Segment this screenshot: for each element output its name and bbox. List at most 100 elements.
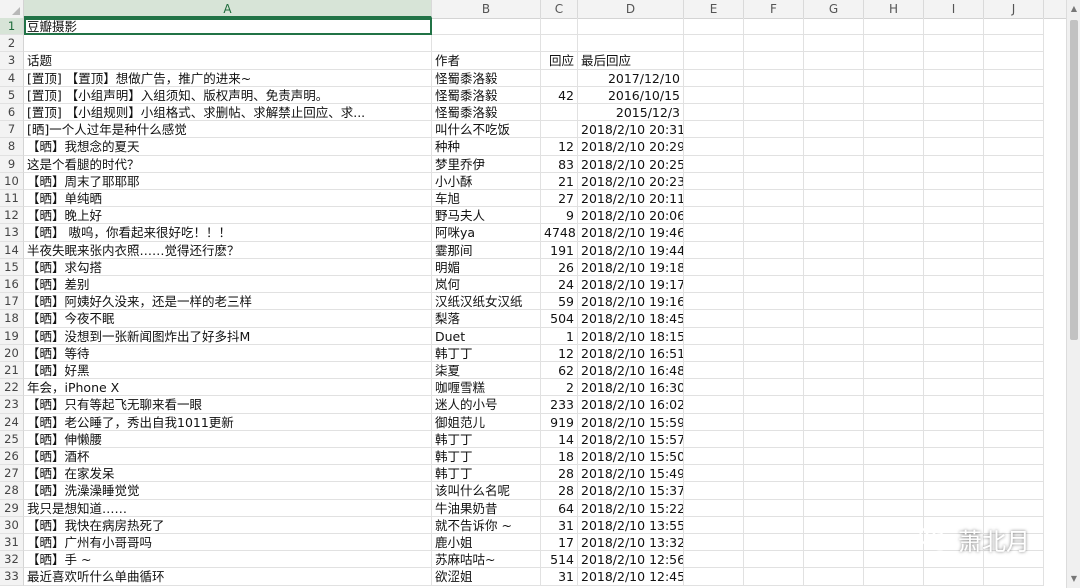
cell-c[interactable]: 回应 [541,52,578,70]
cell-a[interactable]: 【晒】今夜不眠 [24,310,432,328]
row-header[interactable]: 18 [0,310,24,328]
row-header[interactable]: 25 [0,430,24,448]
cell-empty[interactable] [684,35,744,53]
row-header[interactable]: 5 [0,86,24,104]
cell-empty[interactable] [804,293,864,311]
cell-a[interactable]: 【晒】周末了耶耶耶 [24,172,432,190]
cell-empty[interactable] [744,121,804,139]
cell-b[interactable]: 小小酥 [432,172,541,190]
cell-a[interactable]: 【晒】伸懒腰 [24,430,432,448]
cell-d[interactable]: 2018/2/10 20:23 [578,172,684,190]
cell-empty[interactable] [984,465,1044,483]
cell-empty[interactable] [804,258,864,276]
cell-empty[interactable] [924,396,984,414]
cell-b[interactable]: 岚何 [432,276,541,294]
cell-empty[interactable] [984,499,1044,517]
cell-a[interactable]: 豆瓣摄影 [24,18,432,36]
cell-empty[interactable] [804,344,864,362]
cell-c[interactable]: 1 [541,327,578,345]
column-header-i[interactable]: I [924,0,984,18]
cell-empty[interactable] [864,534,924,552]
cell-empty[interactable] [744,344,804,362]
row-header[interactable]: 28 [0,482,24,500]
cell-empty[interactable] [984,35,1044,53]
cell-empty[interactable] [984,413,1044,431]
row-header[interactable]: 12 [0,207,24,225]
cell-a[interactable]: 【晒】差别 [24,276,432,294]
cell-b[interactable]: 明媚 [432,258,541,276]
cell-empty[interactable] [744,551,804,569]
cell-empty[interactable] [684,327,744,345]
cell-empty[interactable] [684,52,744,70]
cell-c[interactable]: 83 [541,155,578,173]
cell-empty[interactable] [924,293,984,311]
row-header[interactable]: 2 [0,35,24,53]
cell-d[interactable]: 2018/2/10 19:44 [578,241,684,259]
cell-empty[interactable] [804,138,864,156]
cell-a[interactable]: 【晒】老公睡了，秀出自我1011更新 [24,413,432,431]
cell-a[interactable]: 【晒】我想念的夏天 [24,138,432,156]
cell-a[interactable]: 【晒】求勾搭 [24,258,432,276]
cell-empty[interactable] [924,172,984,190]
cell-empty[interactable] [984,121,1044,139]
row-header[interactable]: 19 [0,327,24,345]
cell-empty[interactable] [984,86,1044,104]
cell-empty[interactable] [804,241,864,259]
row-header[interactable]: 6 [0,104,24,122]
cell-empty[interactable] [744,69,804,87]
cell-a[interactable] [24,35,432,53]
cell-empty[interactable] [864,362,924,380]
cell-empty[interactable] [804,52,864,70]
cell-empty[interactable] [864,241,924,259]
cell-empty[interactable] [804,396,864,414]
cell-empty[interactable] [684,551,744,569]
cell-empty[interactable] [804,172,864,190]
cell-b[interactable] [432,35,541,53]
cell-d[interactable]: 2018/2/10 16:51 [578,344,684,362]
cell-empty[interactable] [864,430,924,448]
cell-empty[interactable] [684,482,744,500]
cell-empty[interactable] [864,293,924,311]
cell-empty[interactable] [684,413,744,431]
cell-empty[interactable] [684,121,744,139]
cell-empty[interactable] [684,258,744,276]
cell-empty[interactable] [744,465,804,483]
cell-b[interactable]: 牛油果奶昔 [432,499,541,517]
cell-c[interactable]: 64 [541,499,578,517]
scroll-thumb[interactable] [1070,20,1078,340]
cell-d[interactable]: 2015/12/3 [578,104,684,122]
cell-empty[interactable] [924,121,984,139]
cell-empty[interactable] [984,207,1044,225]
column-header-c[interactable]: C [541,0,578,18]
row-header[interactable]: 11 [0,190,24,208]
row-header[interactable]: 13 [0,224,24,242]
cell-empty[interactable] [744,396,804,414]
cell-empty[interactable] [924,448,984,466]
cell-a[interactable]: 【晒】手 ~ [24,551,432,569]
cell-a[interactable]: 【晒】没想到一张新闻图炸出了好多抖M [24,327,432,345]
vertical-scrollbar[interactable]: ▲ ▼ [1066,0,1080,588]
cell-a[interactable]: 我只是想知道…… [24,499,432,517]
cell-b[interactable]: 野马夫人 [432,207,541,225]
cell-empty[interactable] [744,241,804,259]
row-header[interactable]: 30 [0,516,24,534]
cell-d[interactable]: 2018/2/10 15:37 [578,482,684,500]
scroll-down-icon[interactable]: ▼ [1067,572,1080,586]
cell-d[interactable]: 2018/2/10 15:57 [578,430,684,448]
cell-b[interactable]: 韩丁丁 [432,344,541,362]
cell-a[interactable]: 【晒】阿姨好久没来，还是一样的老三样 [24,293,432,311]
row-header[interactable]: 10 [0,172,24,190]
cell-empty[interactable] [924,430,984,448]
cell-empty[interactable] [684,138,744,156]
cell-empty[interactable] [864,190,924,208]
cell-empty[interactable] [864,482,924,500]
cell-empty[interactable] [864,448,924,466]
cell-empty[interactable] [984,241,1044,259]
cell-empty[interactable] [804,207,864,225]
cell-empty[interactable] [804,276,864,294]
cell-empty[interactable] [804,534,864,552]
cell-empty[interactable] [924,86,984,104]
cell-a[interactable]: 【晒】酒杯 [24,448,432,466]
cell-b[interactable]: 御姐范儿 [432,413,541,431]
cell-a[interactable]: [置顶] 【置顶】想做广告，推广的进来~ [24,69,432,87]
